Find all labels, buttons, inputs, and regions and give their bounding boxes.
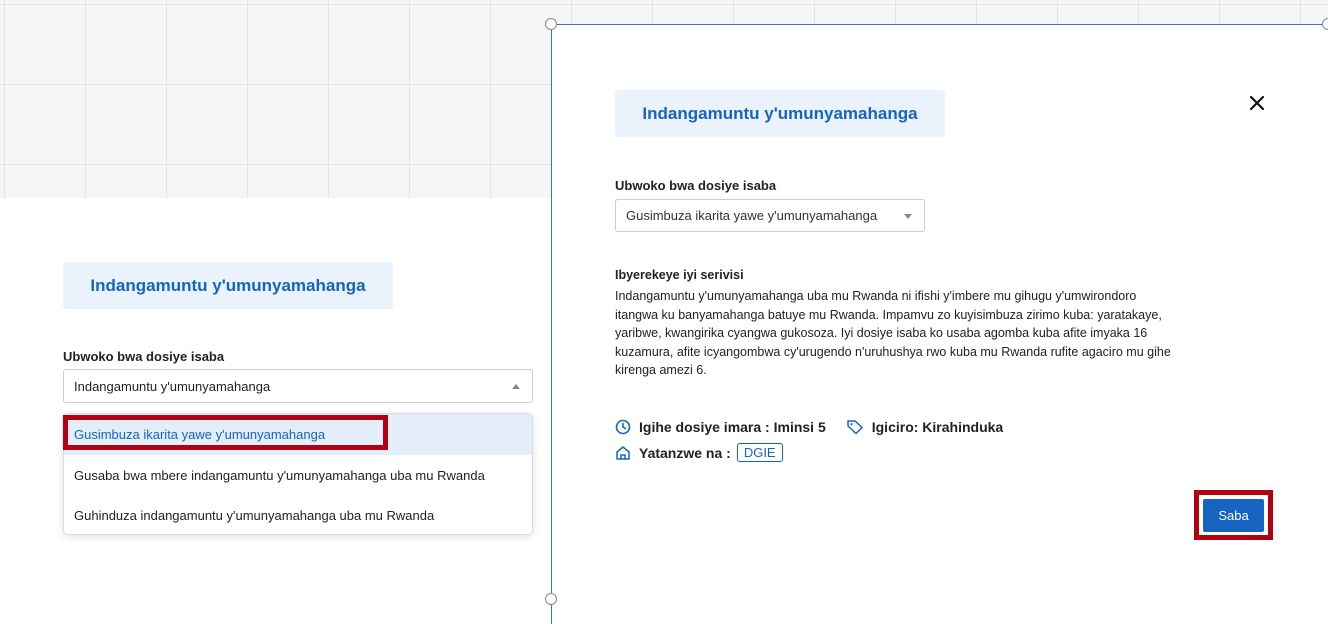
left-page-title: Indangamuntu y'umunyamahanga	[63, 262, 393, 309]
provider-row: Yatanzwe na : DGIE	[615, 443, 783, 462]
option-label: Gusaba bwa mbere indangamuntu y'umunyama…	[74, 467, 485, 483]
description-line: kirenga amezi 6.	[615, 363, 707, 377]
dropdown-option-change-id[interactable]: Guhinduza indangamuntu y'umunyamahanga u…	[64, 495, 532, 534]
description-line: kuzamura, afite icyangombwa cy'urugendo …	[615, 344, 1171, 359]
annotation-highlight-option	[63, 415, 388, 450]
description-line: yaribwe, kwangirika cyangwa gukosoza. Iy…	[615, 326, 1148, 340]
option-label: Guhinduza indangamuntu y'umunyamahanga u…	[74, 507, 435, 523]
service-meta-row: Igihe dosiye imara : Iminsi 5 Igiciro: K…	[615, 419, 1003, 435]
building-icon	[616, 445, 630, 460]
modal-title-text: Indangamuntu y'umunyamahanga	[642, 103, 918, 123]
dropdown-option-first-application[interactable]: Gusaba bwa mbere indangamuntu y'umunyama…	[64, 455, 532, 495]
left-application-type-select[interactable]: Indangamuntu y'umunyamahanga	[63, 369, 533, 403]
left-select-value: Indangamuntu y'umunyamahanga	[74, 378, 271, 394]
processing-time: Igihe dosiye imara : Iminsi 5	[639, 419, 826, 435]
description-line: Indangamuntu y'umunyamahanga uba mu Rwan…	[615, 289, 1137, 303]
chevron-up-icon	[512, 384, 520, 389]
provider-label: Yatanzwe na :	[639, 444, 731, 461]
resize-handle-bottom-left[interactable]	[545, 593, 557, 605]
modal-field-label: Ubwoko bwa dosiye isaba	[615, 178, 777, 193]
resize-handle-top-left[interactable]	[545, 18, 557, 30]
modal-application-type-select[interactable]: Gusimbuza ikarita yawe y'umunyamahanga	[615, 199, 925, 232]
service-info-description: Indangamuntu y'umunyamahanga uba mu Rwan…	[615, 287, 1255, 380]
left-title-text: Indangamuntu y'umunyamahanga	[90, 275, 366, 295]
resize-handle-top-right[interactable]	[1322, 18, 1328, 30]
close-icon[interactable]	[1247, 93, 1267, 113]
description-line: itangwa ku banyamahanga batuye mu Rwanda…	[615, 307, 1162, 322]
modal-select-value: Gusimbuza ikarita yawe y'umunyamahanga	[626, 208, 878, 223]
service-price: Igiciro: Kirahinduka	[871, 419, 1004, 435]
provider-badge[interactable]: DGIE	[736, 443, 783, 462]
service-info-heading: Ibyerekeye iyi serivisi	[615, 268, 744, 282]
submit-button[interactable]: Saba	[1203, 499, 1264, 532]
tag-icon	[846, 420, 863, 435]
clock-icon	[615, 419, 631, 435]
left-field-label: Ubwoko bwa dosiye isaba	[63, 349, 225, 364]
modal-title: Indangamuntu y'umunyamahanga	[615, 90, 945, 137]
chevron-down-icon	[904, 214, 912, 219]
